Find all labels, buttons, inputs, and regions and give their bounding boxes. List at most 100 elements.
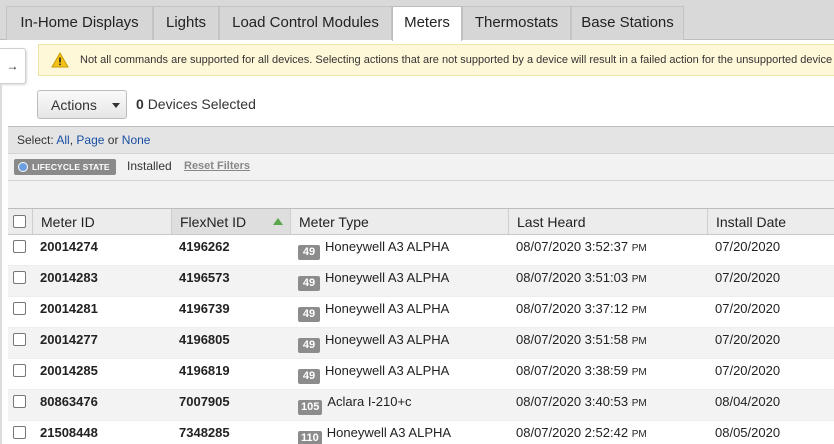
row-checkbox[interactable]	[13, 240, 26, 253]
flexnet-id-link[interactable]: 4196819	[171, 359, 290, 389]
meter-type-cell: 49 Honeywell A3 ALPHA	[290, 328, 508, 358]
meter-id-link[interactable]: 21508448	[32, 421, 171, 444]
last-heard-ampm: PM	[631, 398, 647, 409]
meter-id-link[interactable]: 80863476	[32, 390, 171, 420]
table-row[interactable]: 20014285 4196819 49 Honeywell A3 ALPHA 08…	[8, 359, 834, 390]
chip-label: LIFECYCLE STATE	[32, 162, 110, 172]
meter-type-name: Aclara I-210+c	[327, 394, 412, 409]
last-heard-value: 08/07/2020 3:52:37	[516, 239, 629, 254]
tab-thermostats[interactable]: Thermostats	[462, 6, 571, 40]
flexnet-id-link[interactable]: 4196739	[171, 297, 290, 327]
row-select-cell	[8, 235, 32, 265]
flexnet-id-link[interactable]: 4196573	[171, 266, 290, 296]
selection-bar: Select: All, Page or None	[8, 126, 834, 153]
flexnet-id-link[interactable]: 7348285	[171, 421, 290, 444]
lifecycle-state-filter-chip[interactable]: LIFECYCLE STATE	[14, 159, 116, 175]
table-row[interactable]: 21508448 7348285 110 Honeywell A3 ALPHA 0…	[8, 421, 834, 444]
row-select-cell	[8, 390, 32, 420]
tab-base-stations[interactable]: Base Stations	[571, 6, 684, 40]
meter-type-name: Honeywell A3 ALPHA	[325, 270, 450, 285]
tab-meters[interactable]: Meters	[392, 6, 462, 41]
tab-lights[interactable]: Lights	[153, 6, 219, 40]
row-checkbox[interactable]	[13, 271, 26, 284]
grid-toolbar	[8, 180, 834, 208]
table-row[interactable]: 20014274 4196262 49 Honeywell A3 ALPHA 08…	[8, 235, 834, 266]
last-heard-ampm: PM	[631, 305, 647, 316]
row-select-cell	[8, 328, 32, 358]
filter-remove-icon	[18, 162, 28, 172]
device-type-tabbar: In-Home Displays Lights Load Control Mod…	[0, 0, 834, 41]
last-heard-cell: 08/07/2020 3:51:58 PM	[508, 328, 707, 358]
table-header-row: Meter ID FlexNet ID Meter Type Last Hear…	[8, 209, 834, 235]
meter-type-cell: 110 Honeywell A3 ALPHA	[290, 421, 508, 444]
header-select-cell	[8, 209, 32, 234]
last-heard-ampm: PM	[631, 243, 647, 254]
column-header-last-heard[interactable]: Last Heard	[508, 209, 707, 234]
last-heard-cell: 08/07/2020 3:37:12 PM	[508, 297, 707, 327]
meter-type-cell: 49 Honeywell A3 ALPHA	[290, 235, 508, 265]
select-all-link[interactable]: All	[56, 133, 69, 147]
last-heard-ampm: PM	[631, 274, 647, 285]
meters-table: Meter ID FlexNet ID Meter Type Last Hear…	[8, 208, 834, 444]
row-select-cell	[8, 421, 32, 444]
meter-type-cell: 49 Honeywell A3 ALPHA	[290, 359, 508, 389]
table-row[interactable]: 80863476 7007905 105 Aclara I-210+c 08/07…	[8, 390, 834, 421]
last-heard-value: 08/07/2020 3:38:59	[516, 363, 629, 378]
last-heard-value: 08/07/2020 3:37:12	[516, 301, 629, 316]
selected-count-value: 0	[136, 96, 144, 112]
meter-type-code-badge: 49	[298, 245, 320, 260]
meter-type-code-badge: 49	[298, 369, 320, 384]
flexnet-id-link[interactable]: 7007905	[171, 390, 290, 420]
flexnet-id-link[interactable]: 4196805	[171, 328, 290, 358]
row-checkbox[interactable]	[13, 333, 26, 346]
actions-label: Actions	[51, 97, 97, 113]
selected-count-suffix: Devices Selected	[147, 96, 256, 112]
side-panel-toggle[interactable]: →	[0, 48, 26, 84]
meter-type-code-badge: 110	[298, 431, 322, 444]
select-page-link[interactable]: Page	[76, 133, 104, 147]
meter-id-link[interactable]: 20014285	[32, 359, 171, 389]
last-heard-cell: 08/07/2020 2:52:42 PM	[508, 421, 707, 444]
caret-down-icon	[112, 103, 120, 108]
column-header-install-date[interactable]: Install Date	[707, 209, 834, 234]
select-all-checkbox[interactable]	[13, 215, 26, 228]
column-header-meter-type[interactable]: Meter Type	[290, 209, 508, 234]
meter-type-cell: 49 Honeywell A3 ALPHA	[290, 266, 508, 296]
table-row[interactable]: 20014283 4196573 49 Honeywell A3 ALPHA 08…	[8, 266, 834, 297]
flexnet-id-link[interactable]: 4196262	[171, 235, 290, 265]
meter-type-code-badge: 49	[298, 307, 320, 322]
meter-type-name: Honeywell A3 ALPHA	[326, 425, 452, 440]
devices-selected-count: 0 Devices Selected	[136, 96, 256, 112]
unsupported-commands-notice: Not all commands are supported for all d…	[38, 44, 834, 76]
row-checkbox[interactable]	[13, 302, 26, 315]
arrow-right-icon: →	[6, 59, 19, 73]
last-heard-value: 08/07/2020 2:52:42	[516, 425, 629, 440]
column-header-meter-id[interactable]: Meter ID	[32, 209, 171, 234]
meter-id-link[interactable]: 20014283	[32, 266, 171, 296]
reset-filters-link[interactable]: Reset Filters	[184, 160, 250, 172]
last-heard-cell: 08/07/2020 3:51:03 PM	[508, 266, 707, 296]
meter-type-code-badge: 49	[298, 276, 320, 291]
meter-type-cell: 105 Aclara I-210+c	[290, 390, 508, 420]
table-row[interactable]: 20014281 4196739 49 Honeywell A3 ALPHA 08…	[8, 297, 834, 328]
last-heard-value: 08/07/2020 3:51:58	[516, 332, 629, 347]
install-date-cell: 07/20/2020	[715, 332, 781, 347]
row-checkbox[interactable]	[13, 395, 26, 408]
row-checkbox[interactable]	[13, 426, 26, 439]
actions-dropdown-button[interactable]: Actions	[37, 90, 127, 119]
meter-id-link[interactable]: 20014277	[32, 328, 171, 358]
meter-id-link[interactable]: 20014274	[32, 235, 171, 265]
install-date-cell: 07/20/2020	[715, 270, 781, 285]
select-prefix: Select:	[17, 133, 54, 147]
tab-in-home-displays[interactable]: In-Home Displays	[6, 6, 153, 40]
row-checkbox[interactable]	[13, 364, 26, 377]
select-none-link[interactable]: None	[122, 133, 151, 147]
warning-icon	[51, 52, 69, 68]
last-heard-ampm: PM	[631, 429, 647, 440]
table-row[interactable]: 20014277 4196805 49 Honeywell A3 ALPHA 08…	[8, 328, 834, 359]
column-header-flexnet-id[interactable]: FlexNet ID	[171, 209, 290, 234]
tab-load-control-modules[interactable]: Load Control Modules	[219, 6, 392, 40]
meter-type-name: Honeywell A3 ALPHA	[325, 332, 450, 347]
filter-value: Installed	[127, 159, 172, 173]
meter-id-link[interactable]: 20014281	[32, 297, 171, 327]
